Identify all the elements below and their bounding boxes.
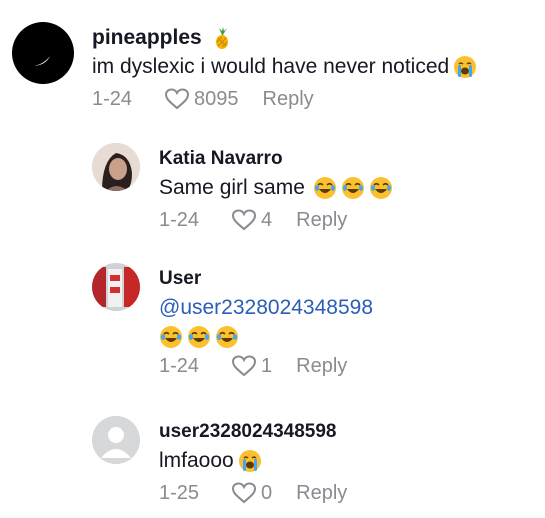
avatar[interactable] <box>12 22 74 84</box>
comment-text-content: im dyslexic i would have never noticed <box>92 55 450 78</box>
avatar[interactable] <box>92 416 140 464</box>
comment-meta: 1-25 0 Reply <box>159 478 347 508</box>
like-count: 0 <box>261 482 273 504</box>
comment-text-content: Same girl same <box>159 176 305 199</box>
comment-text: @user2328024348598 <box>159 293 373 323</box>
username-text[interactable]: User <box>159 265 201 293</box>
comment-text-emojis <box>159 325 373 349</box>
comment-username[interactable]: user2328024348598 <box>159 418 347 446</box>
comment-date: 1-24 <box>159 209 200 231</box>
like-button[interactable]: 4 <box>231 205 272 235</box>
face-with-tears-of-joy-icon <box>313 176 337 200</box>
comment-username[interactable]: User <box>159 265 373 293</box>
comment-date: 1-25 <box>159 482 200 504</box>
comment-text: Same girl same <box>159 173 393 203</box>
face-with-tears-of-joy-icon <box>341 176 365 200</box>
mention-link[interactable]: @user2328024348598 <box>159 293 373 323</box>
heart-icon[interactable] <box>164 87 190 111</box>
username-text[interactable]: user2328024348598 <box>159 418 337 446</box>
comment-thread: pineapples im dyslexic i would have neve… <box>0 0 545 518</box>
face-with-tears-of-joy-icon <box>159 325 183 349</box>
pineapple-icon <box>210 26 234 50</box>
face-with-tears-of-joy-icon <box>215 325 239 349</box>
like-count: 1 <box>261 355 273 377</box>
comment-text-content: lmfaooo <box>159 449 234 472</box>
comment-date: 1-24 <box>92 88 133 110</box>
loudly-crying-face-icon <box>453 55 477 79</box>
comment-text: lmfaooo <box>159 446 347 476</box>
like-button[interactable]: 1 <box>231 351 272 381</box>
comment-date: 1-24 <box>159 355 200 377</box>
avatar[interactable] <box>92 143 140 191</box>
heart-icon[interactable] <box>231 354 257 378</box>
avatar[interactable] <box>92 263 140 311</box>
loudly-crying-face-icon <box>238 449 262 473</box>
username-text[interactable]: Katia Navarro <box>159 145 283 173</box>
like-button[interactable]: 0 <box>231 478 272 508</box>
username-text[interactable]: pineapples <box>92 24 202 52</box>
comment-username[interactable]: Katia Navarro <box>159 145 393 173</box>
reply-button[interactable]: Reply <box>296 205 347 235</box>
face-with-tears-of-joy-icon <box>369 176 393 200</box>
like-count: 4 <box>261 209 273 231</box>
reply-button[interactable]: Reply <box>296 351 347 381</box>
like-button[interactable]: 8095 <box>164 84 239 114</box>
reply-button[interactable]: Reply <box>263 84 314 114</box>
comment-username[interactable]: pineapples <box>92 24 477 52</box>
comment-meta: 1-24 8095 Reply <box>92 84 477 114</box>
heart-icon[interactable] <box>231 208 257 232</box>
comment-text: im dyslexic i would have never noticed <box>92 52 477 82</box>
heart-icon[interactable] <box>231 481 257 505</box>
comment-meta: 1-24 1 Reply <box>159 351 373 381</box>
face-with-tears-of-joy-icon <box>187 325 211 349</box>
like-count: 8095 <box>194 88 239 110</box>
comment-meta: 1-24 4 Reply <box>159 205 393 235</box>
reply-button[interactable]: Reply <box>296 478 347 508</box>
